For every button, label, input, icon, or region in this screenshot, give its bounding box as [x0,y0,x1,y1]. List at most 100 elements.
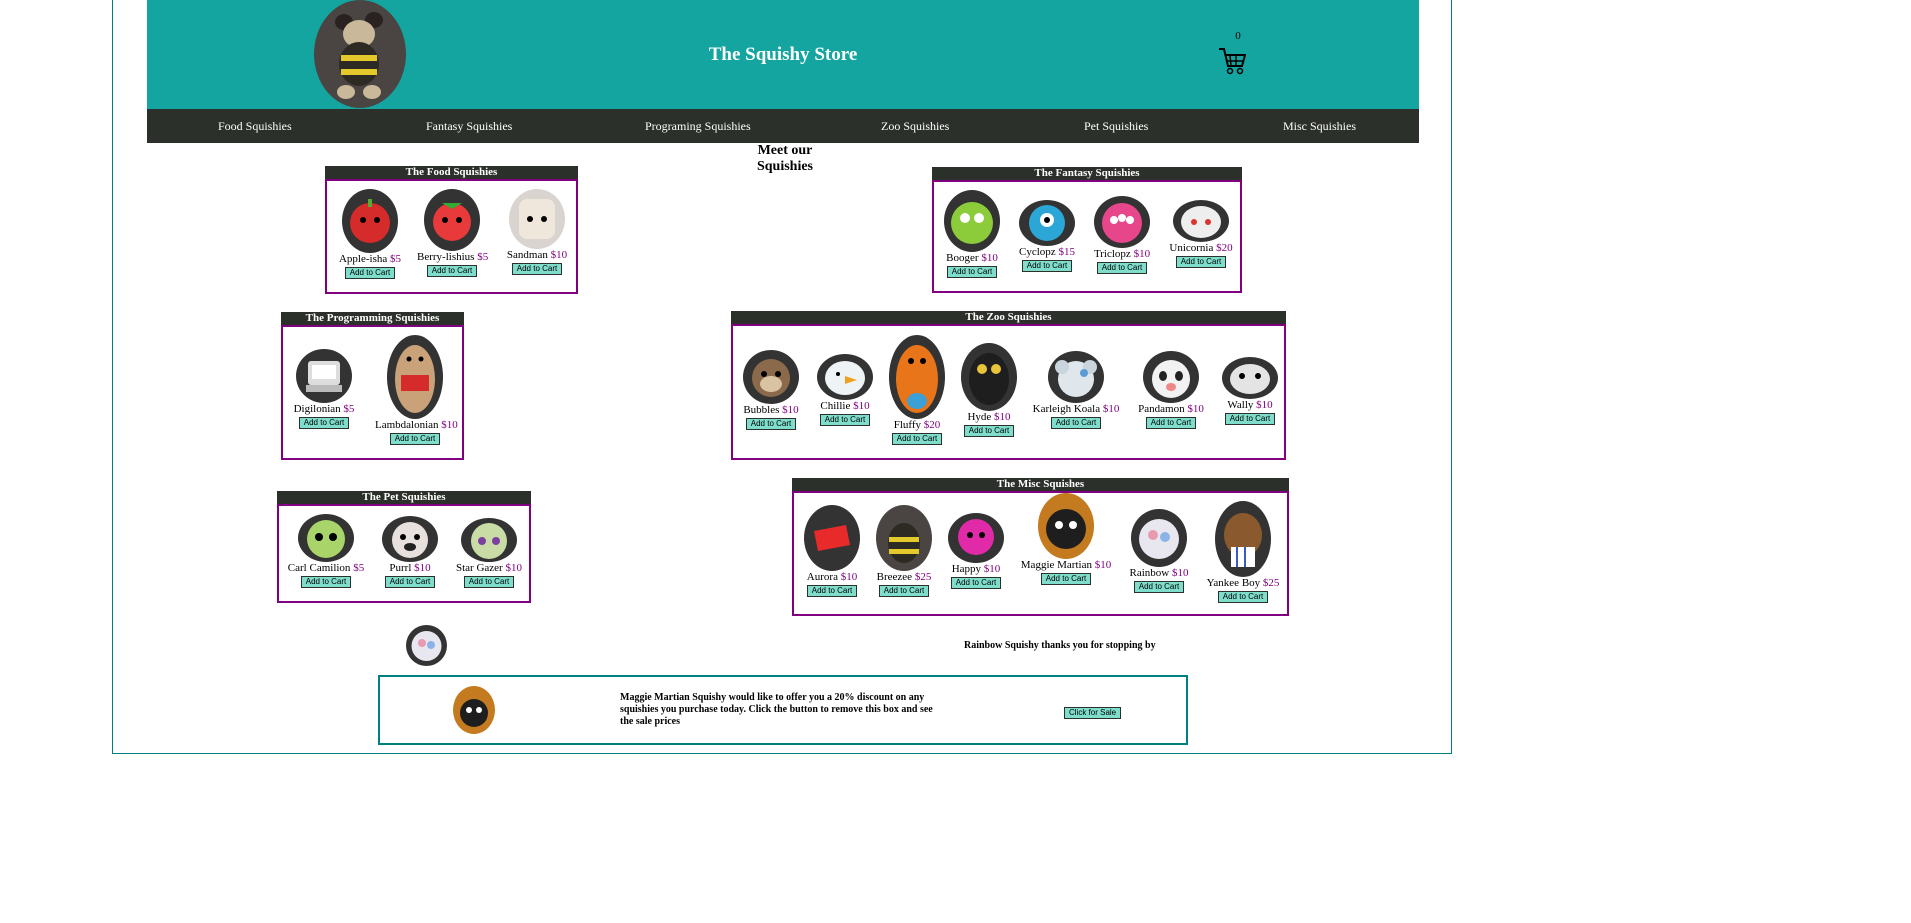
nav-pet-squishies[interactable]: Pet Squishies [1084,119,1148,134]
product-price: $10 [1133,248,1151,260]
product-price: $10 [981,252,998,264]
pandamon-photo [1143,351,1199,403]
product-name: Digilonian [293,403,341,415]
product-card: Rainbow $10 Add to Cart [1126,509,1192,593]
product-price: $10 [1102,403,1120,415]
booger-photo [944,190,1000,252]
aurora-photo [804,505,860,571]
product-name: Hyde [967,411,992,423]
chillie-photo [817,354,873,400]
add-to-cart-button[interactable]: Add to Cart [950,577,1002,589]
add-to-cart-button[interactable]: Add to Cart [1217,591,1269,603]
store-header: The Squishy Store 0 [147,0,1419,109]
add-to-cart-button[interactable]: Add to Cart [1021,260,1073,272]
add-to-cart-button[interactable]: Add to Cart [344,267,396,279]
product-name: Booger [946,252,979,264]
add-to-cart-button[interactable]: Add to Cart [300,576,352,588]
product-card: Yankee Boy $25 Add to Cart [1204,501,1282,603]
cyclopz-photo [1019,200,1075,246]
product-name: Apple-isha [338,253,388,265]
product-price: $10 [550,249,568,261]
zoo-section-title: The Zoo Squishies [731,311,1286,324]
karleigh-koala-photo [1048,351,1104,403]
add-to-cart-button[interactable]: Add to Cart [511,263,563,275]
product-card: Aurora $10 Add to Cart [802,505,862,597]
product-price: $10 [414,562,431,574]
product-price: $10 [840,571,858,583]
product-card: Karleigh Koala $10 Add to Cart [1031,351,1121,429]
add-to-cart-button[interactable]: Add to Cart [1050,417,1102,429]
sandman-photo [509,189,565,249]
nav-misc-squishies[interactable]: Misc Squishies [1283,119,1356,134]
add-to-cart-button[interactable]: Add to Cart [1133,581,1185,593]
product-card: Berry-lishius $5 Add to Cart [417,189,488,277]
hyde-photo [961,343,1017,411]
add-to-cart-button[interactable]: Add to Cart [426,265,478,277]
nav-food-squishies[interactable]: Food Squishies [218,119,292,134]
product-price: $25 [914,571,932,583]
berry-lishius-photo [424,189,480,251]
lambdalonian-photo [387,335,443,419]
product-price: $20 [923,419,941,431]
purrl-photo [382,516,438,562]
add-to-cart-button[interactable]: Add to Cart [389,433,441,445]
product-price: $10 [994,411,1011,423]
product-price: $10 [1094,559,1112,571]
product-card: Fluffy $20 Add to Cart [887,335,947,445]
product-price: $10 [505,562,522,574]
add-to-cart-button[interactable]: Add to Cart [463,576,515,588]
nav-fantasy-squishies[interactable]: Fantasy Squishies [426,119,512,134]
product-price: $10 [782,404,799,416]
add-to-cart-button[interactable]: Add to Cart [819,414,871,426]
add-to-cart-button[interactable]: Add to Cart [878,585,930,597]
yankee-boy-photo [1215,501,1271,577]
product-name: Fluffy [893,419,922,431]
shopping-cart-icon[interactable] [1218,46,1246,76]
apple-isha-photo [342,189,398,253]
product-name: Bubbles [743,404,780,416]
meet-heading: Meet our Squishies [756,143,814,174]
breezee-photo [876,505,932,571]
category-navbar: Food Squishies Fantasy Squishies Program… [147,109,1419,143]
unicornia-photo [1173,200,1229,242]
programming-section: Digilonian $5 Add to Cart Lambdalonian $… [281,325,464,460]
product-card: Breezee $25 Add to Cart [874,505,934,597]
nav-programing-squishies[interactable]: Programing Squishies [645,119,751,134]
rainbow-thumbnail-image [406,625,447,666]
product-card: Triclopz $10 Add to Cart [1090,196,1154,274]
add-to-cart-button[interactable]: Add to Cart [1040,573,1092,585]
fantasy-section: Booger $10 Add to Cart Cyclopz $15 Add t… [932,180,1242,293]
add-to-cart-button[interactable]: Add to Cart [384,576,436,588]
click-for-sale-button[interactable]: Click for Sale [1064,707,1122,719]
digilonian-photo [296,349,352,403]
product-name: Triclopz [1093,248,1131,260]
add-to-cart-button[interactable]: Add to Cart [946,266,998,278]
wally-photo [1222,357,1278,399]
add-to-cart-button[interactable]: Add to Cart [806,585,858,597]
nav-zoo-squishies[interactable]: Zoo Squishies [881,119,949,134]
product-price: $10 [1171,567,1189,579]
product-name: Aurora [806,571,838,583]
product-price: $10 [1187,403,1204,415]
add-to-cart-button[interactable]: Add to Cart [1145,417,1197,429]
product-price: $25 [1262,577,1280,589]
sale-offer-box: Maggie Martian Squishy would like to off… [378,675,1188,745]
add-to-cart-button[interactable]: Add to Cart [963,425,1015,437]
product-name: Purrl [389,562,412,574]
add-to-cart-button[interactable]: Add to Cart [745,418,797,430]
maggie-martian-photo [1038,493,1094,559]
add-to-cart-button[interactable]: Add to Cart [298,417,350,429]
product-card: Hyde $10 Add to Cart [959,343,1019,437]
happy-photo [948,513,1004,563]
product-card: Wally $10 Add to Cart [1219,357,1281,425]
add-to-cart-button[interactable]: Add to Cart [1224,413,1276,425]
add-to-cart-button[interactable]: Add to Cart [1096,262,1148,274]
product-card: Purrl $10 Add to Cart [377,516,443,588]
product-price: $5 [390,253,401,265]
add-to-cart-button[interactable]: Add to Cart [891,433,943,445]
product-name: Chillie [820,400,851,412]
food-section: Apple-isha $5 Add to Cart Berry-lishius … [325,179,578,294]
rainbow-photo [1131,509,1187,567]
product-card: Happy $10 Add to Cart [946,513,1006,589]
add-to-cart-button[interactable]: Add to Cart [1175,256,1227,268]
